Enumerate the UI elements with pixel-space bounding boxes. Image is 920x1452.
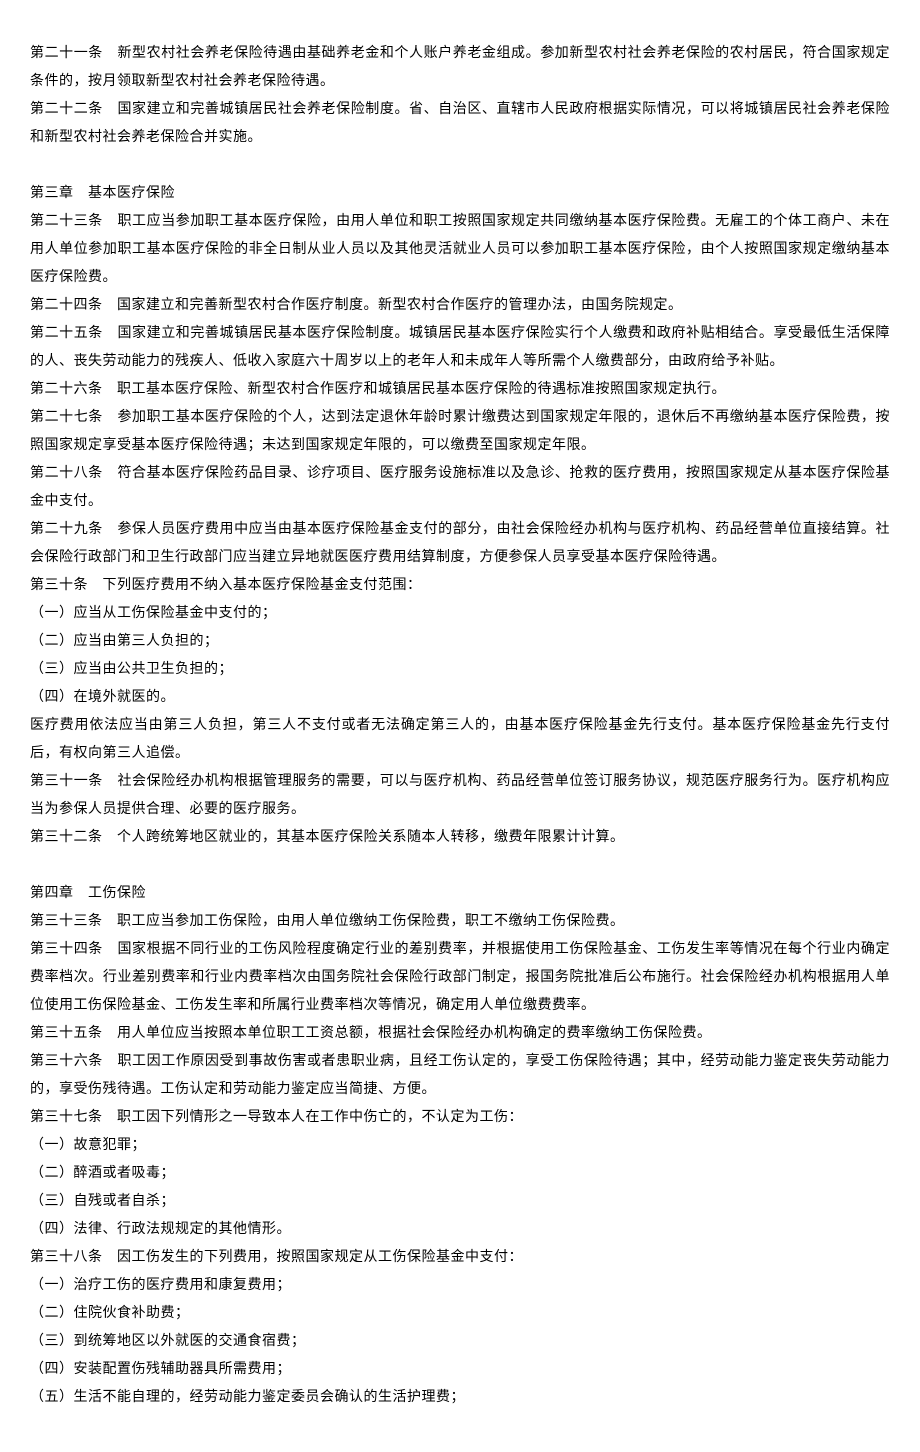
article-38-item-2: （二）住院伙食补助费； (30, 1300, 890, 1328)
article-37-item-1: （一）故意犯罪； (30, 1132, 890, 1160)
article-38-item-3: （三）到统筹地区以外就医的交通食宿费； (30, 1328, 890, 1356)
article-38-item-5: （五）生活不能自理的，经劳动能力鉴定委员会确认的生活护理费； (30, 1384, 890, 1412)
article-35: 第三十五条 用人单位应当按照本单位职工工资总额，根据社会保险经办机构确定的费率缴… (30, 1020, 890, 1048)
article-24: 第二十四条 国家建立和完善新型农村合作医疗制度。新型农村合作医疗的管理办法，由国… (30, 292, 890, 320)
article-36: 第三十六条 职工因工作原因受到事故伤害或者患职业病，且经工伤认定的，享受工伤保险… (30, 1048, 890, 1104)
article-27: 第二十七条 参加职工基本医疗保险的个人，达到法定退休年龄时累计缴费达到国家规定年… (30, 404, 890, 460)
chapter-3-title: 第三章 基本医疗保险 (30, 180, 890, 208)
article-30-item-1: （一）应当从工伤保险基金中支付的； (30, 600, 890, 628)
article-21: 第二十一条 新型农村社会养老保险待遇由基础养老金和个人账户养老金组成。参加新型农… (30, 40, 890, 96)
article-28: 第二十八条 符合基本医疗保险药品目录、诊疗项目、医疗服务设施标准以及急诊、抢救的… (30, 460, 890, 516)
article-29: 第二十九条 参保人员医疗费用中应当由基本医疗保险基金支付的部分，由社会保险经办机… (30, 516, 890, 572)
article-32: 第三十二条 个人跨统筹地区就业的，其基本医疗保险关系随本人转移，缴费年限累计计算… (30, 824, 890, 852)
article-37-item-4: （四）法律、行政法规规定的其他情形。 (30, 1216, 890, 1244)
article-37: 第三十七条 职工因下列情形之一导致本人在工作中伤亡的，不认定为工伤： (30, 1104, 890, 1132)
article-33: 第三十三条 职工应当参加工伤保险，由用人单位缴纳工伤保险费，职工不缴纳工伤保险费… (30, 908, 890, 936)
article-30-item-2: （二）应当由第三人负担的； (30, 628, 890, 656)
article-26: 第二十六条 职工基本医疗保险、新型农村合作医疗和城镇居民基本医疗保险的待遇标准按… (30, 376, 890, 404)
article-30-item-4: （四）在境外就医的。 (30, 684, 890, 712)
article-30: 第三十条 下列医疗费用不纳入基本医疗保险基金支付范围： (30, 572, 890, 600)
article-31: 第三十一条 社会保险经办机构根据管理服务的需要，可以与医疗机构、药品经营单位签订… (30, 768, 890, 824)
chapter-4-title: 第四章 工伤保险 (30, 880, 890, 908)
article-23: 第二十三条 职工应当参加职工基本医疗保险，由用人单位和职工按照国家规定共同缴纳基… (30, 208, 890, 292)
article-30-note: 医疗费用依法应当由第三人负担，第三人不支付或者无法确定第三人的，由基本医疗保险基… (30, 712, 890, 768)
article-38-item-4: （四）安装配置伤残辅助器具所需费用； (30, 1356, 890, 1384)
article-37-item-3: （三）自残或者自杀； (30, 1188, 890, 1216)
section-break (30, 852, 890, 880)
article-37-item-2: （二）醉酒或者吸毒； (30, 1160, 890, 1188)
article-34: 第三十四条 国家根据不同行业的工伤风险程度确定行业的差别费率，并根据使用工伤保险… (30, 936, 890, 1020)
article-38-item-1: （一）治疗工伤的医疗费用和康复费用； (30, 1272, 890, 1300)
document-page: 第二十一条 新型农村社会养老保险待遇由基础养老金和个人账户养老金组成。参加新型农… (0, 0, 920, 1452)
article-38: 第三十八条 因工伤发生的下列费用，按照国家规定从工伤保险基金中支付： (30, 1244, 890, 1272)
article-25: 第二十五条 国家建立和完善城镇居民基本医疗保险制度。城镇居民基本医疗保险实行个人… (30, 320, 890, 376)
article-22: 第二十二条 国家建立和完善城镇居民社会养老保险制度。省、自治区、直辖市人民政府根… (30, 96, 890, 152)
section-break (30, 152, 890, 180)
article-30-item-3: （三）应当由公共卫生负担的； (30, 656, 890, 684)
